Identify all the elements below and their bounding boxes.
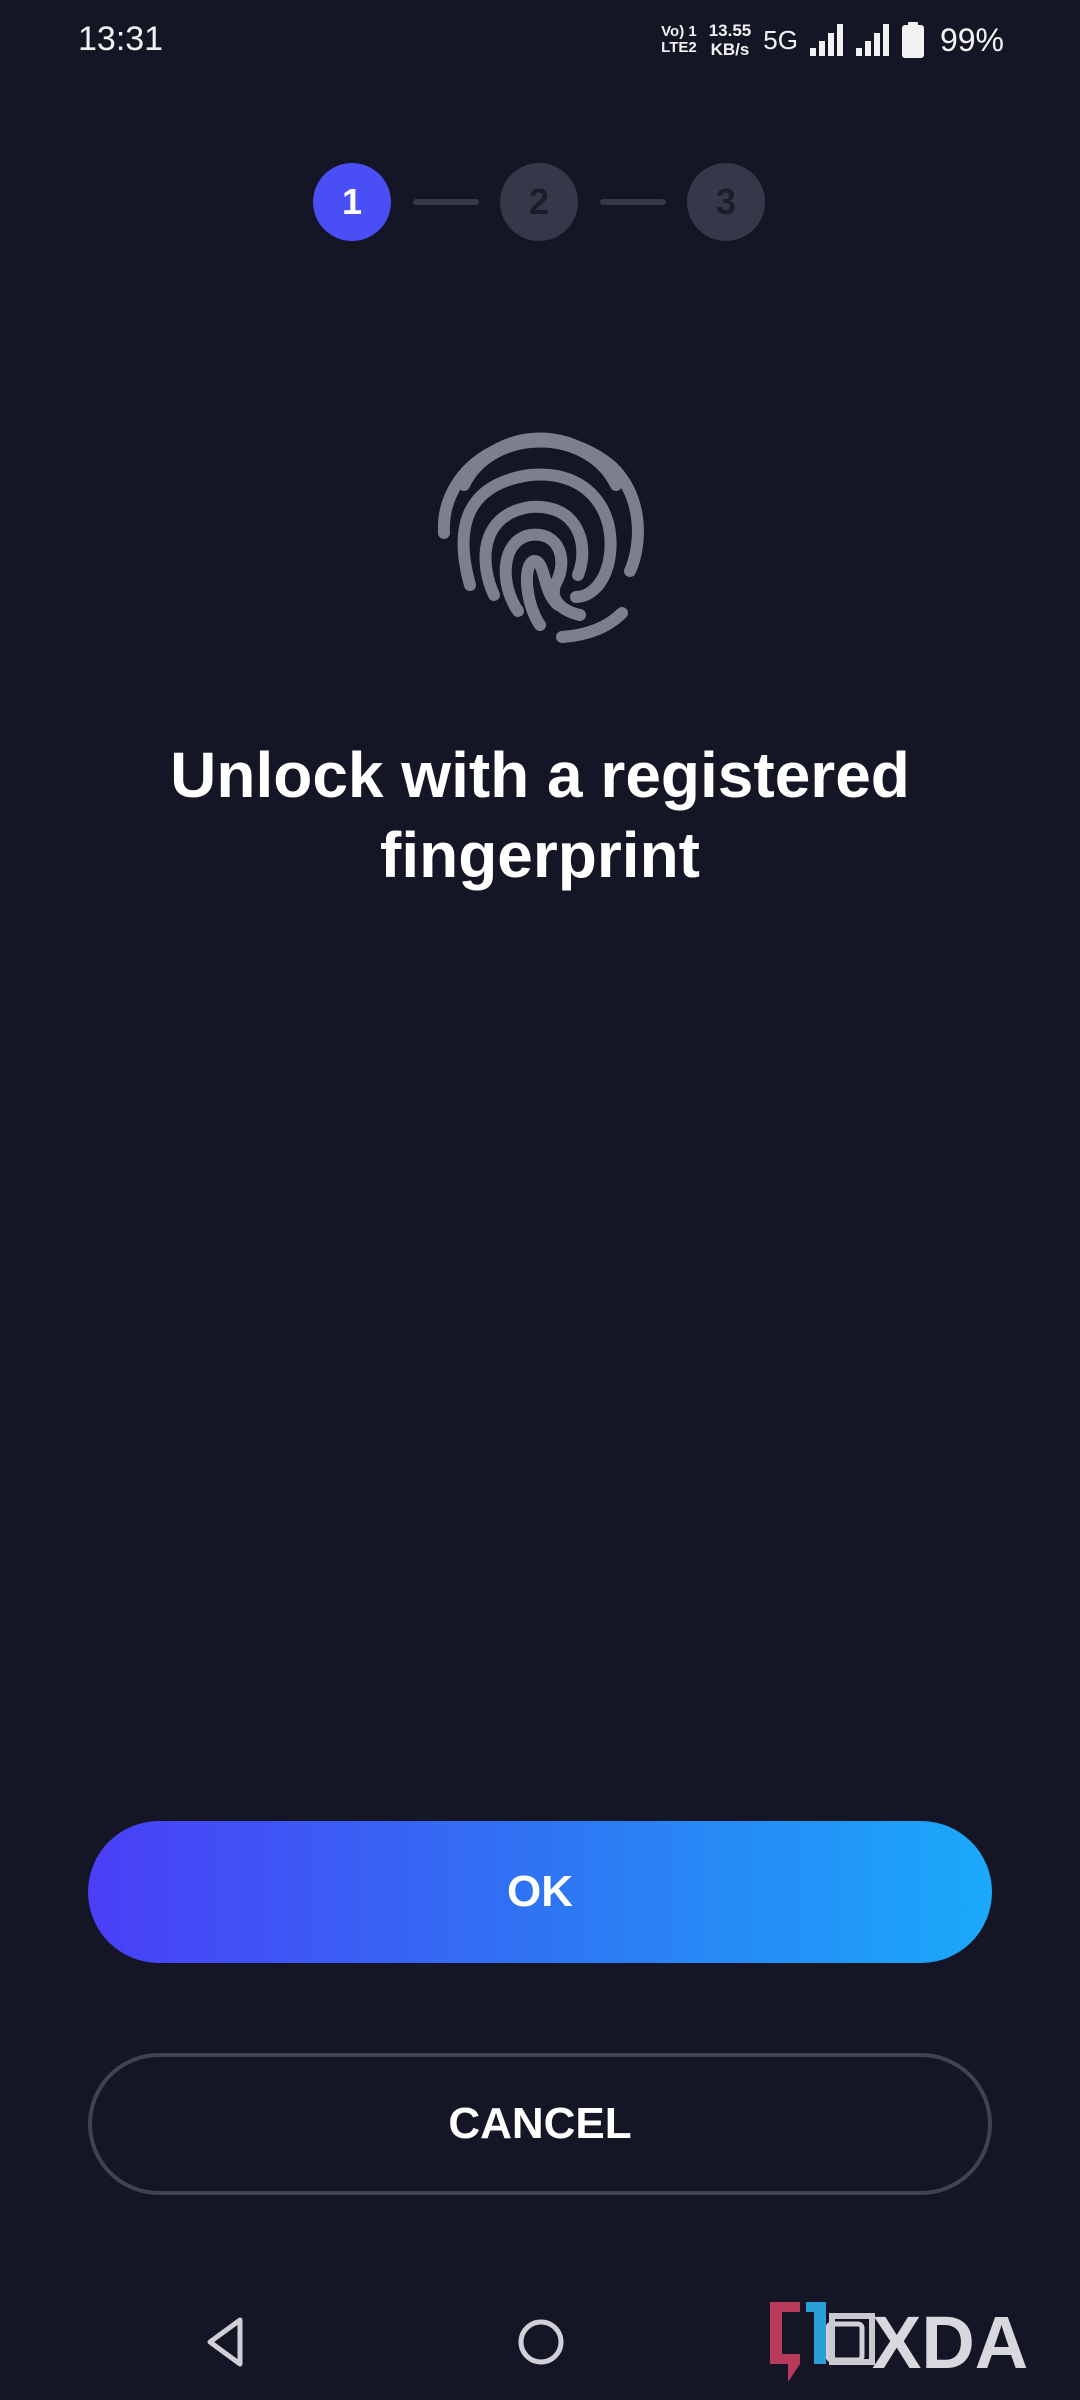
fingerprint-icon xyxy=(437,432,644,643)
step-3: 3 xyxy=(687,163,765,241)
step-connector xyxy=(600,199,666,205)
unlock-prompt-title: Unlock with a registered fingerprint xyxy=(80,735,1000,895)
network-type: 5G xyxy=(763,24,798,55)
step-connector xyxy=(413,199,479,205)
speed-value: 13.55 xyxy=(708,21,752,40)
step-1-active: 1 xyxy=(313,163,391,241)
signal-2-icon xyxy=(855,24,889,56)
home-circle-icon[interactable] xyxy=(515,2312,567,2372)
status-bar: 13:31 Vo) 1 LTE2 13.55 KB/s 5G 99% xyxy=(0,0,1080,80)
cancel-button[interactable]: CANCEL xyxy=(88,2053,992,2195)
xda-logo-text: XDA xyxy=(872,2301,1028,2384)
status-icons: Vo) 1 LTE2 13.55 KB/s 5G 99% xyxy=(661,18,1004,62)
volte-bottom: LTE2 xyxy=(661,39,697,56)
xda-watermark: XDA xyxy=(760,2294,1060,2384)
signal-1-icon xyxy=(809,24,843,56)
step-2: 2 xyxy=(500,163,578,241)
battery-percent: 99% xyxy=(939,21,1004,58)
network-speed: 13.55 KB/s xyxy=(709,21,752,59)
ok-button[interactable]: OK xyxy=(88,1821,992,1963)
volte-indicator: Vo) 1 LTE2 xyxy=(661,24,697,56)
back-triangle-icon[interactable] xyxy=(200,2312,250,2372)
setup-stepper: 1 2 3 xyxy=(313,163,765,241)
fingerprint-unlock-screen: 13:31 Vo) 1 LTE2 13.55 KB/s 5G 99% 1 2 3… xyxy=(0,0,1080,2400)
battery-icon xyxy=(901,22,924,58)
xda-logo-icon: XDA xyxy=(770,2301,1028,2384)
speed-unit: KB/s xyxy=(710,40,750,59)
status-time: 13:31 xyxy=(78,20,164,58)
title-line-1: Unlock with a registered xyxy=(170,739,910,811)
volte-top: Vo) 1 xyxy=(661,23,697,40)
title-line-2: fingerprint xyxy=(380,819,700,891)
